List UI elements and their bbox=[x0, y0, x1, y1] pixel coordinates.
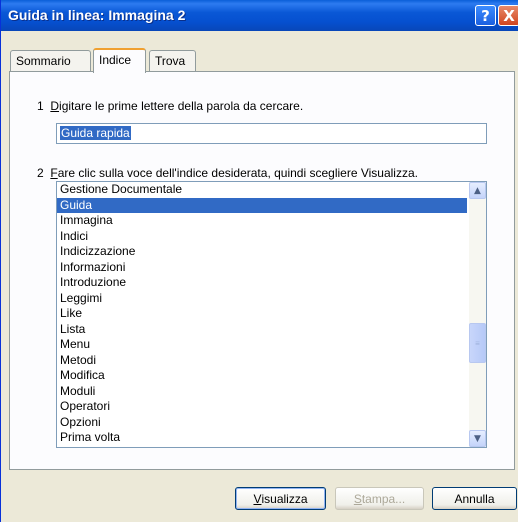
index-list-item[interactable]: Immagina bbox=[57, 213, 467, 229]
scroll-down-button[interactable]: ▼ bbox=[469, 430, 486, 447]
close-icon: X bbox=[503, 6, 515, 25]
index-list-item[interactable]: Lista bbox=[57, 322, 467, 338]
grip-icon: ≡ bbox=[475, 338, 480, 348]
close-button[interactable]: X bbox=[498, 5, 518, 26]
tab-trova[interactable]: Trova bbox=[149, 50, 196, 71]
step1-accel: D bbox=[50, 99, 60, 113]
index-list-item[interactable]: Informazioni bbox=[57, 260, 467, 276]
scroll-thumb[interactable]: ≡ bbox=[469, 323, 486, 363]
vertical-scrollbar[interactable]: ▲ ≡ ▼ bbox=[469, 182, 486, 447]
visualizza-button[interactable]: Visualizza bbox=[235, 487, 326, 510]
step1-text: igitare le prime lettere della parola da… bbox=[59, 99, 304, 113]
index-list-item[interactable]: Opzioni bbox=[57, 415, 467, 431]
tab-strip: Sommario Indice Trova bbox=[1, 48, 518, 73]
step2-accel: F bbox=[50, 166, 58, 180]
window-title: Guida in linea: Immagina 2 bbox=[8, 7, 186, 23]
help-window: Guida in linea: Immagina 2 ? X Sommario … bbox=[0, 0, 518, 522]
index-list-item[interactable]: Gestione Documentale bbox=[57, 182, 467, 198]
index-list-item[interactable]: Like bbox=[57, 306, 467, 322]
index-list-item[interactable]: Guida bbox=[57, 197, 467, 213]
search-input-value: Guida rapida bbox=[60, 126, 131, 140]
index-list-item[interactable]: Indici bbox=[57, 229, 467, 245]
step1-number: 1 bbox=[37, 99, 44, 113]
step2-number: 2 bbox=[37, 166, 44, 180]
step2-instruction: 2 Fare clic sulla voce dell'indice desid… bbox=[37, 166, 418, 180]
index-listbox[interactable]: Gestione Documentale Guida Immagina Indici I… bbox=[56, 181, 487, 448]
chevron-down-icon: ▼ bbox=[474, 433, 481, 444]
index-list-item[interactable]: Leggimi bbox=[57, 291, 467, 307]
chevron-up-icon: ▲ bbox=[474, 185, 481, 196]
stampa-label: tampa... bbox=[361, 491, 406, 506]
stampa-button[interactable]: Stampa... bbox=[335, 487, 424, 510]
index-list-item[interactable]: Menu bbox=[57, 337, 467, 353]
index-list-item[interactable]: Indicizzazione bbox=[57, 244, 467, 260]
tab-sommario[interactable]: Sommario bbox=[10, 50, 91, 71]
search-input[interactable]: Guida rapida bbox=[56, 123, 487, 144]
index-list-item[interactable]: Moduli bbox=[57, 384, 467, 400]
index-list-item[interactable]: Prima volta bbox=[57, 430, 467, 446]
help-button[interactable]: ? bbox=[475, 5, 496, 26]
step1-instruction: 1 Digitare le prime lettere della parola… bbox=[37, 99, 303, 113]
title-bar[interactable]: Guida in linea: Immagina 2 ? X bbox=[1, 0, 518, 31]
annulla-button[interactable]: Annulla bbox=[432, 487, 517, 510]
stampa-accel: S bbox=[353, 491, 362, 506]
step2-text: are clic sulla voce dell'indice desidera… bbox=[57, 166, 418, 180]
index-list-item[interactable]: Modifica bbox=[57, 368, 467, 384]
index-list-item[interactable]: Introduzione bbox=[57, 275, 467, 291]
question-icon: ? bbox=[481, 6, 490, 25]
scroll-up-button[interactable]: ▲ bbox=[469, 182, 486, 199]
index-list: Gestione Documentale Guida Immagina Indici I… bbox=[57, 182, 467, 446]
index-list-item[interactable]: Metodi bbox=[57, 353, 467, 369]
visualizza-label: isualizza bbox=[261, 491, 308, 506]
index-list-item[interactable]: Operatori bbox=[57, 399, 467, 415]
tab-indice[interactable]: Indice bbox=[93, 48, 146, 73]
visualizza-accel: V bbox=[253, 491, 262, 506]
